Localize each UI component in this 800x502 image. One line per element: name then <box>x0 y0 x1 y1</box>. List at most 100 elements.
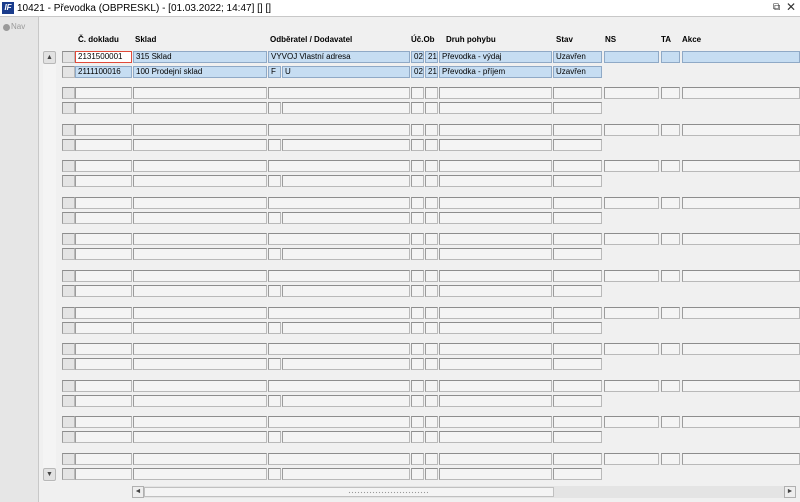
row-indicator[interactable] <box>62 102 75 114</box>
empty-field[interactable] <box>604 453 659 465</box>
empty-field[interactable] <box>553 270 602 282</box>
empty-field[interactable] <box>553 343 602 355</box>
empty-field[interactable] <box>411 248 424 260</box>
empty-field[interactable] <box>425 307 438 319</box>
empty-field[interactable] <box>282 175 410 187</box>
doc-number-field[interactable]: 2111100016 <box>75 66 132 78</box>
empty-field[interactable] <box>411 431 424 443</box>
empty-field[interactable] <box>682 160 800 172</box>
partner-field[interactable]: VYVOJ Vlastní adresa <box>268 51 410 63</box>
empty-field[interactable] <box>553 248 602 260</box>
column-header-akce[interactable]: Akce <box>682 35 701 44</box>
empty-field[interactable] <box>133 160 267 172</box>
empty-field[interactable] <box>553 102 602 114</box>
empty-field[interactable] <box>75 124 132 136</box>
close-icon[interactable]: ✕ <box>786 1 796 14</box>
empty-field[interactable] <box>682 197 800 209</box>
empty-field[interactable] <box>268 380 410 392</box>
empty-field[interactable] <box>411 233 424 245</box>
empty-field[interactable] <box>439 395 552 407</box>
empty-field[interactable] <box>411 285 424 297</box>
empty-field[interactable] <box>268 358 281 370</box>
empty-field[interactable] <box>425 233 438 245</box>
empty-field[interactable] <box>682 233 800 245</box>
empty-field[interactable] <box>133 175 267 187</box>
empty-field[interactable] <box>133 102 267 114</box>
empty-field[interactable] <box>439 175 552 187</box>
empty-field[interactable] <box>553 358 602 370</box>
empty-field[interactable] <box>411 87 424 99</box>
empty-field[interactable] <box>75 343 132 355</box>
empty-field[interactable] <box>133 124 267 136</box>
empty-field[interactable] <box>553 139 602 151</box>
empty-field[interactable] <box>282 285 410 297</box>
row-indicator[interactable] <box>62 285 75 297</box>
empty-field[interactable] <box>268 102 281 114</box>
empty-field[interactable] <box>75 416 132 428</box>
empty-field[interactable] <box>268 416 410 428</box>
stav-field[interactable]: Uzavřen <box>553 66 602 78</box>
empty-field[interactable] <box>411 270 424 282</box>
akce-field[interactable] <box>682 51 800 63</box>
empty-field[interactable] <box>439 233 552 245</box>
empty-field[interactable] <box>411 124 424 136</box>
empty-field[interactable] <box>604 197 659 209</box>
vertical-scrollbar[interactable]: ▲ ▼ <box>43 50 56 482</box>
empty-field[interactable] <box>425 285 438 297</box>
column-header-partner[interactable]: Odběratel / Dodavatel <box>270 35 352 44</box>
empty-field[interactable] <box>75 160 132 172</box>
empty-field[interactable] <box>661 343 680 355</box>
nav-panel[interactable]: Nav <box>0 17 39 502</box>
druh-field[interactable]: Převodka - příjem <box>439 66 552 78</box>
empty-field[interactable] <box>75 212 132 224</box>
empty-field[interactable] <box>133 212 267 224</box>
empty-field[interactable] <box>133 380 267 392</box>
row-indicator[interactable] <box>62 233 75 245</box>
empty-field[interactable] <box>268 87 410 99</box>
empty-field[interactable] <box>661 380 680 392</box>
empty-field[interactable] <box>661 233 680 245</box>
empty-field[interactable] <box>133 270 267 282</box>
empty-field[interactable] <box>553 416 602 428</box>
empty-field[interactable] <box>439 453 552 465</box>
doc-number-field[interactable]: 2131500001 <box>75 51 132 63</box>
empty-field[interactable] <box>425 160 438 172</box>
empty-field[interactable] <box>439 380 552 392</box>
row-indicator[interactable] <box>62 453 75 465</box>
empty-field[interactable] <box>682 124 800 136</box>
empty-field[interactable] <box>282 395 410 407</box>
empty-field[interactable] <box>75 248 132 260</box>
empty-field[interactable] <box>268 453 410 465</box>
sklad-field[interactable]: 315 Sklad <box>133 51 267 63</box>
empty-field[interactable] <box>425 197 438 209</box>
empty-field[interactable] <box>439 322 552 334</box>
row-indicator[interactable] <box>62 175 75 187</box>
column-header-ns[interactable]: NS <box>605 35 616 44</box>
empty-field[interactable] <box>75 468 132 480</box>
empty-field[interactable] <box>282 358 410 370</box>
empty-field[interactable] <box>268 124 410 136</box>
empty-field[interactable] <box>75 322 132 334</box>
empty-field[interactable] <box>411 212 424 224</box>
empty-field[interactable] <box>282 139 410 151</box>
empty-field[interactable] <box>604 87 659 99</box>
empty-field[interactable] <box>268 160 410 172</box>
empty-field[interactable] <box>133 358 267 370</box>
empty-field[interactable] <box>439 212 552 224</box>
empty-field[interactable] <box>661 453 680 465</box>
stav-field[interactable]: Uzavřen <box>553 51 602 63</box>
empty-field[interactable] <box>268 270 410 282</box>
scroll-up-icon[interactable]: ▲ <box>43 51 56 64</box>
empty-field[interactable] <box>439 139 552 151</box>
empty-field[interactable] <box>553 307 602 319</box>
empty-field[interactable] <box>604 233 659 245</box>
empty-field[interactable] <box>268 322 281 334</box>
empty-field[interactable] <box>425 416 438 428</box>
row-indicator[interactable] <box>62 358 75 370</box>
empty-field[interactable] <box>411 160 424 172</box>
empty-field[interactable] <box>75 285 132 297</box>
sklad-field[interactable]: 100 Prodejní sklad <box>133 66 267 78</box>
empty-field[interactable] <box>439 197 552 209</box>
empty-field[interactable] <box>425 395 438 407</box>
empty-field[interactable] <box>553 380 602 392</box>
